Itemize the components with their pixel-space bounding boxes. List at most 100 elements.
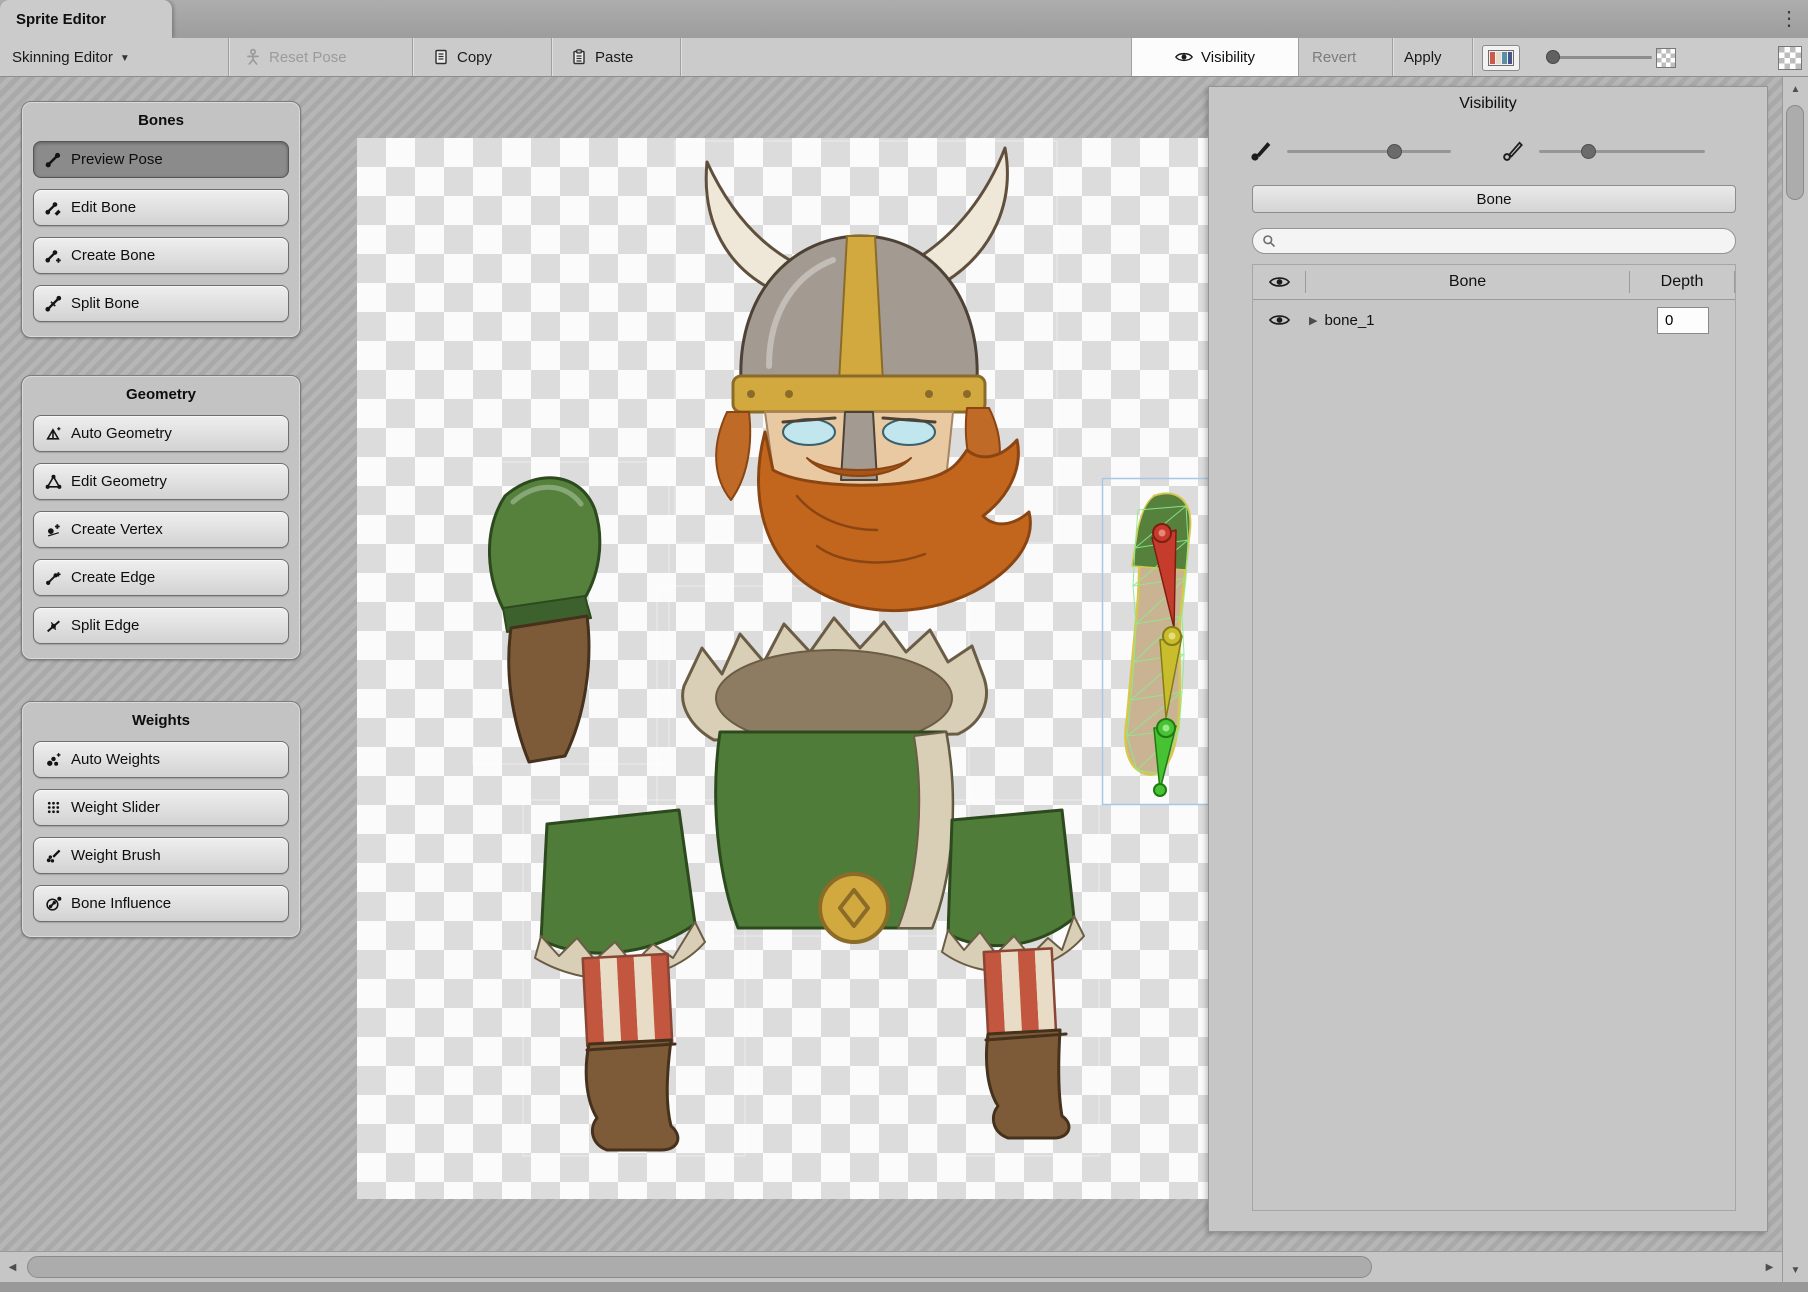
horizontal-scrollbar-thumb[interactable] (27, 1256, 1372, 1278)
alpha-slider-thumb[interactable] (1546, 50, 1560, 64)
paste-label: Paste (595, 49, 633, 66)
row-visibility-toggle[interactable] (1253, 313, 1305, 327)
head-sprite[interactable] (706, 148, 1030, 611)
reset-pose-icon (244, 48, 262, 66)
mesh-opacity-slider-thumb[interactable] (1581, 144, 1596, 159)
weight-brush-icon (44, 847, 62, 865)
bone-list: Bone Depth ▶ bone_1 (1252, 264, 1736, 1211)
button-label: Auto Geometry (71, 425, 172, 442)
create-edge-icon (44, 569, 62, 587)
search-input[interactable] (1282, 230, 1725, 252)
auto-geometry-button[interactable]: Auto Geometry (33, 415, 289, 452)
edit-bone-icon (44, 199, 62, 217)
selected-arm-sprite[interactable] (1103, 479, 1209, 805)
button-label: Weight Slider (71, 799, 160, 816)
bone-opacity-slider[interactable] (1287, 150, 1451, 153)
color-swatch-icon (1488, 50, 1514, 66)
horizontal-scrollbar[interactable]: ◀ ▶ (0, 1251, 1782, 1282)
alpha-slider-track[interactable] (1556, 56, 1652, 59)
button-label: Split Bone (71, 295, 139, 312)
mesh-opacity-slider[interactable] (1539, 150, 1705, 153)
button-label: Create Bone (71, 247, 155, 264)
create-bone-icon (44, 247, 62, 265)
depth-column-header: Depth (1630, 273, 1734, 291)
weights-panel: Weights Auto Weights Weight Slider Wei (21, 701, 301, 938)
button-label: Edit Bone (71, 199, 136, 216)
vertical-scrollbar[interactable]: ▲ ▼ (1782, 77, 1808, 1282)
bone-filter-label: Bone (1476, 191, 1511, 208)
reset-pose-button[interactable]: Reset Pose (244, 38, 347, 76)
scroll-down-button[interactable]: ▼ (1783, 1258, 1808, 1282)
toolbar-separator (680, 38, 681, 76)
preview-pose-button[interactable]: Preview Pose (33, 141, 289, 178)
transparency-toggle-button[interactable] (1778, 46, 1802, 70)
scroll-up-button[interactable]: ▲ (1783, 77, 1808, 101)
paste-icon (570, 48, 588, 66)
vertical-scrollbar-thumb[interactable] (1786, 105, 1804, 200)
edit-geometry-button[interactable]: Edit Geometry (33, 463, 289, 500)
dropdown-arrow-icon: ▼ (120, 53, 130, 64)
auto-weights-button[interactable]: Auto Weights (33, 741, 289, 778)
edit-bone-button[interactable]: Edit Bone (33, 189, 289, 226)
bone-influence-button[interactable]: Bone Influence (33, 885, 289, 922)
window-menu-button[interactable]: ⋮ (1779, 6, 1799, 31)
sprite-sheet-color-button[interactable] (1482, 45, 1520, 71)
bone-column-header: Bone (1306, 273, 1629, 291)
search-icon (1262, 234, 1276, 248)
bone-search-field[interactable] (1252, 228, 1736, 254)
scroll-left-button[interactable]: ◀ (0, 1252, 25, 1282)
alpha-checker-icon (1656, 48, 1676, 68)
visibility-column-header[interactable] (1253, 275, 1305, 289)
sprite-canvas-artwork (357, 138, 1210, 1199)
sprite-editor-tab[interactable]: Sprite Editor (0, 0, 172, 38)
right-leg-sprite[interactable] (942, 810, 1084, 1138)
button-label: Create Edge (71, 569, 155, 586)
weights-panel-title: Weights (33, 712, 289, 729)
weight-brush-button[interactable]: Weight Brush (33, 837, 289, 874)
sprite-alpha-slider[interactable] (1546, 38, 1676, 76)
copy-button[interactable]: Copy (432, 38, 492, 76)
glove-sprite[interactable] (489, 478, 599, 762)
apply-button[interactable]: Apply (1404, 38, 1442, 76)
weight-slider-button[interactable]: Weight Slider (33, 789, 289, 826)
column-divider (1734, 271, 1735, 293)
create-edge-button[interactable]: Create Edge (33, 559, 289, 596)
scroll-right-button[interactable]: ▶ (1757, 1252, 1782, 1282)
disclosure-triangle-icon[interactable]: ▶ (1309, 314, 1317, 327)
button-label: Weight Brush (71, 847, 161, 864)
window-tab-bar: Sprite Editor ⋮ (0, 0, 1808, 38)
bone-influence-icon (44, 895, 62, 913)
bone-list-row[interactable]: ▶ bone_1 (1253, 300, 1735, 340)
bone-opacity-slider-thumb[interactable] (1387, 144, 1402, 159)
visibility-label: Visibility (1201, 49, 1255, 66)
left-leg-sprite[interactable] (535, 810, 705, 1150)
mesh-opacity-icon (1501, 139, 1525, 163)
tab-title: Sprite Editor (16, 11, 106, 28)
paste-button[interactable]: Paste (570, 38, 633, 76)
split-edge-button[interactable]: Split Edge (33, 607, 289, 644)
bone-filter-button[interactable]: Bone (1252, 185, 1736, 213)
button-label: Split Edge (71, 617, 139, 634)
auto-geometry-icon (44, 425, 62, 443)
visibility-toggle[interactable]: Visibility (1131, 38, 1299, 76)
bone-gizmo-opacity-icon (1249, 139, 1273, 163)
toolbar-separator (551, 38, 552, 76)
bone-list-header: Bone Depth (1253, 265, 1735, 300)
create-bone-button[interactable]: Create Bone (33, 237, 289, 274)
apply-label: Apply (1404, 49, 1442, 66)
torso-sprite[interactable] (683, 618, 987, 942)
bones-panel-title: Bones (33, 112, 289, 129)
button-label: Preview Pose (71, 151, 163, 168)
toolbar-separator (1472, 38, 1473, 76)
sprite-sheet-area[interactable] (357, 138, 1210, 1199)
depth-input[interactable] (1657, 307, 1709, 334)
reset-pose-label: Reset Pose (269, 49, 347, 66)
transparency-checker-icon (1778, 46, 1802, 70)
create-vertex-button[interactable]: Create Vertex (33, 511, 289, 548)
preview-pose-icon (44, 151, 62, 169)
bone-opacity-controls (1209, 133, 1767, 173)
split-bone-button[interactable]: Split Bone (33, 285, 289, 322)
button-label: Bone Influence (71, 895, 171, 912)
revert-button[interactable]: Revert (1312, 38, 1356, 76)
skinning-editor-dropdown[interactable]: Skinning Editor ▼ (12, 38, 130, 76)
